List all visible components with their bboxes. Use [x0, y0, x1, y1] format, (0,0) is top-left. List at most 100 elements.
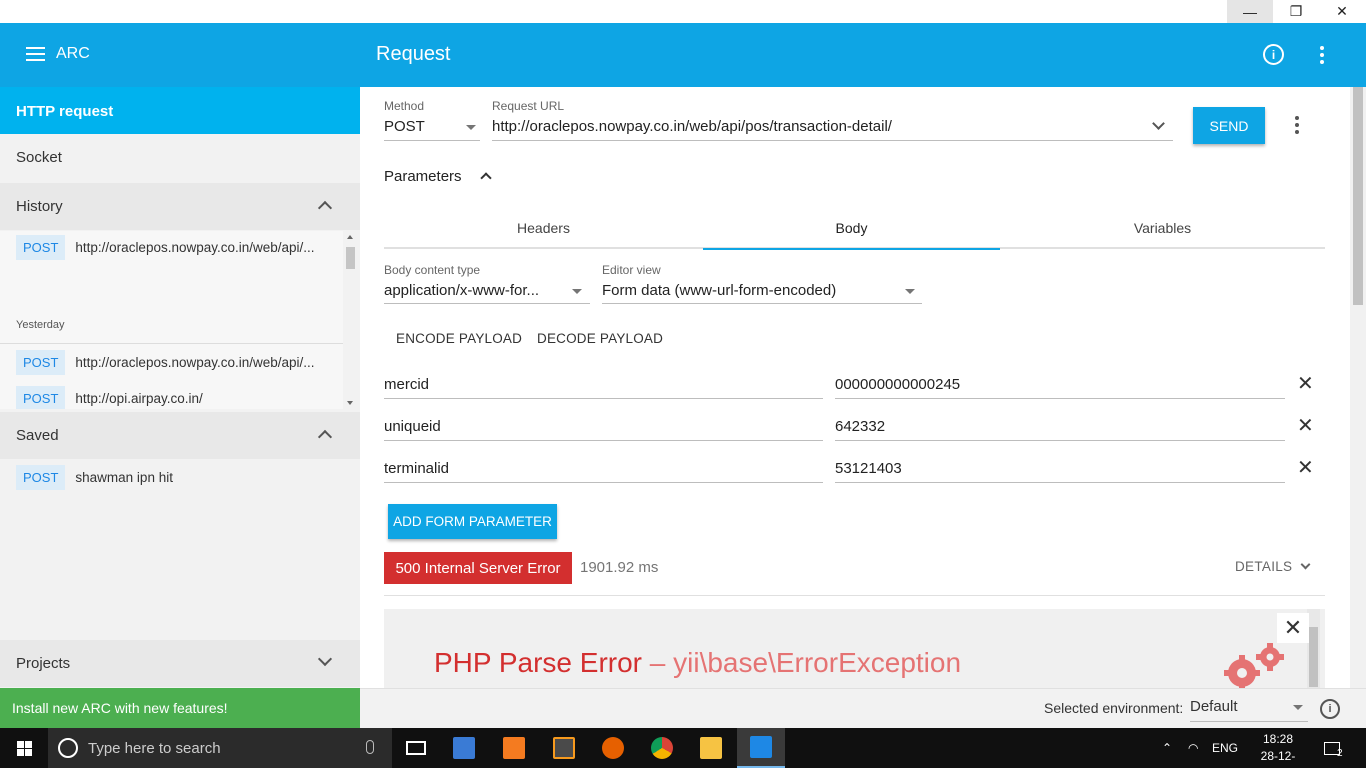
request-panel: Method POST Request URL http://oraclepos…: [360, 87, 1350, 688]
environment-select[interactable]: Default: [1190, 698, 1238, 715]
chevron-up-icon[interactable]: [480, 172, 492, 184]
method-badge: POST: [16, 349, 66, 375]
divider: [835, 482, 1285, 483]
scroll-thumb[interactable]: [1353, 87, 1363, 305]
error-title: PHP Parse Error – yii\base\ErrorExceptio…: [434, 647, 961, 679]
app-icon-arc[interactable]: [737, 728, 785, 768]
send-button[interactable]: SEND: [1193, 107, 1265, 144]
details-toggle[interactable]: DETAILS: [1235, 559, 1311, 574]
language-indicator[interactable]: ENG: [1212, 728, 1238, 768]
divider: [835, 398, 1285, 399]
hamburger-menu-icon[interactable]: [26, 47, 45, 62]
editor-view-select[interactable]: Form data (www-url-form-encoded): [602, 282, 836, 299]
url-input[interactable]: http://oraclepos.nowpay.co.in/web/api/po…: [492, 118, 892, 135]
parameters-toggle[interactable]: Parameters: [384, 168, 462, 185]
encode-payload-button[interactable]: ENCODE PAYLOAD: [396, 331, 522, 346]
main-scrollbar[interactable]: [1350, 87, 1366, 688]
list-item[interactable]: POST shawman ipn hit: [16, 464, 173, 490]
nav-item-socket[interactable]: Socket: [0, 134, 360, 181]
chevron-down-icon: [1300, 559, 1311, 570]
tab-variables[interactable]: Variables: [1000, 207, 1325, 249]
scroll-down-arrow-icon[interactable]: [347, 401, 353, 405]
divider: [384, 482, 823, 483]
info-icon[interactable]: i: [1320, 699, 1340, 719]
notifications-icon[interactable]: 2: [1324, 728, 1343, 768]
method-badge: POST: [16, 385, 66, 409]
close-window-button[interactable]: ✕: [1319, 0, 1365, 23]
tray-expand-icon[interactable]: ⌃: [1162, 728, 1172, 768]
start-button[interactable]: [0, 728, 48, 768]
app-icon-sublime[interactable]: [540, 728, 588, 768]
more-options-icon[interactable]: [1312, 45, 1332, 65]
remove-param-icon[interactable]: ✕: [1297, 458, 1314, 478]
footer-bar: Selected environment: Default i: [360, 688, 1366, 728]
app-icon-xampp[interactable]: [490, 728, 538, 768]
nav-section-projects[interactable]: Projects: [0, 640, 360, 687]
microphone-icon[interactable]: [366, 740, 374, 754]
chevron-up-icon[interactable]: [317, 200, 333, 216]
cortana-icon: [58, 738, 78, 758]
nav-item-http-request[interactable]: HTTP request: [0, 87, 360, 134]
divider: [384, 398, 823, 399]
history-scrollbar[interactable]: [343, 231, 357, 409]
param-value-input[interactable]: 000000000000245: [835, 376, 960, 393]
dropdown-arrow-icon[interactable]: [905, 289, 915, 294]
request-more-icon[interactable]: [1287, 115, 1307, 135]
nav-section-saved[interactable]: Saved: [0, 412, 360, 459]
clock-date: 28-12-2017: [1260, 749, 1296, 768]
scroll-up-arrow-icon[interactable]: [347, 235, 353, 239]
history-url: http://oraclepos.nowpay.co.in/web/api/..…: [75, 239, 315, 255]
remove-param-icon[interactable]: ✕: [1297, 374, 1314, 394]
dropdown-arrow-icon[interactable]: [572, 289, 582, 294]
app-icon-chrome[interactable]: [638, 728, 686, 768]
divider: [384, 140, 480, 141]
tab-headers[interactable]: Headers: [384, 207, 703, 249]
clock[interactable]: 18:28 28-12-2017: [1248, 731, 1308, 768]
chevron-up-icon[interactable]: [317, 429, 333, 445]
list-item[interactable]: POST http://opi.airpay.co.in/: [16, 385, 203, 409]
list-item[interactable]: POST http://oraclepos.nowpay.co.in/web/a…: [16, 349, 315, 375]
minimize-button[interactable]: —: [1227, 0, 1273, 23]
maximize-button[interactable]: ❐: [1273, 0, 1319, 23]
divider: [384, 440, 823, 441]
param-name-input[interactable]: mercid: [384, 376, 429, 393]
param-name-input[interactable]: uniqueid: [384, 418, 441, 435]
app-icon-teamviewer[interactable]: [440, 728, 488, 768]
list-item[interactable]: POST http://oraclepos.nowpay.co.in/web/a…: [16, 234, 315, 260]
add-form-parameter-button[interactable]: ADD FORM PARAMETER: [388, 504, 557, 539]
close-response-icon[interactable]: ✕: [1277, 613, 1309, 643]
install-banner[interactable]: Install new ARC with new features!: [0, 688, 360, 728]
tab-body[interactable]: Body: [703, 207, 1000, 249]
sidebar: HTTP request Socket History POST http://…: [0, 87, 360, 728]
param-name-input[interactable]: terminalid: [384, 460, 449, 477]
status-badge: 500 Internal Server Error: [384, 552, 572, 584]
dropdown-arrow-icon[interactable]: [1293, 705, 1303, 710]
scroll-thumb[interactable]: [346, 247, 355, 269]
remove-param-icon[interactable]: ✕: [1297, 416, 1314, 436]
method-select[interactable]: POST: [384, 118, 425, 135]
clock-time: 18:28: [1262, 732, 1294, 746]
body-type-select[interactable]: application/x-www-for...: [384, 282, 539, 299]
details-label: DETAILS: [1235, 559, 1293, 574]
decode-payload-button[interactable]: DECODE PAYLOAD: [537, 331, 663, 346]
chevron-down-icon[interactable]: [1152, 117, 1165, 130]
divider: [384, 303, 590, 304]
task-view-icon[interactable]: [392, 728, 440, 768]
app-icon-file-explorer[interactable]: [687, 728, 735, 768]
search-placeholder: Type here to search: [88, 739, 221, 757]
info-icon[interactable]: i: [1263, 44, 1284, 65]
divider: [835, 440, 1285, 441]
app-icon-firefox[interactable]: [589, 728, 637, 768]
wifi-icon[interactable]: ◠: [1188, 728, 1198, 768]
divider: [492, 140, 1173, 141]
nav-section-history[interactable]: History: [0, 183, 360, 230]
param-value-input[interactable]: 53121403: [835, 460, 902, 477]
method-badge: POST: [16, 234, 66, 260]
scroll-thumb[interactable]: [1309, 627, 1318, 687]
taskbar-search[interactable]: Type here to search: [48, 728, 392, 768]
chevron-down-icon[interactable]: [317, 651, 333, 667]
gears-icon: [1224, 643, 1284, 688]
param-value-input[interactable]: 642332: [835, 418, 885, 435]
dropdown-arrow-icon[interactable]: [466, 125, 476, 130]
error-class: yii\base\ErrorException: [673, 647, 962, 678]
